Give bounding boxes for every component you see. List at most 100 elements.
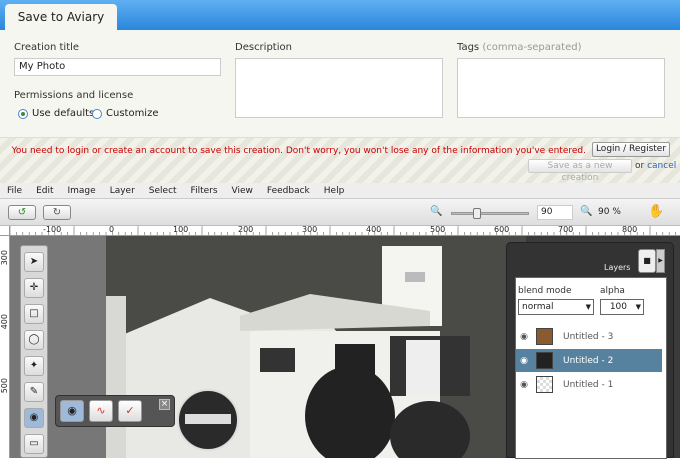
- menu-image[interactable]: Image: [61, 183, 103, 198]
- layers-menu-button[interactable]: ■: [638, 249, 656, 273]
- rainbow-icon: ∿: [96, 404, 106, 417]
- creation-title-input[interactable]: My Photo: [14, 58, 221, 76]
- eye-icon[interactable]: ◉: [516, 380, 532, 390]
- layer-name: Untitled - 1: [563, 379, 614, 390]
- layers-panel: Layers ■ ▶ blend mode alpha normal ▼ 100 ▼…: [506, 242, 674, 459]
- menu-select[interactable]: Select: [142, 183, 184, 198]
- zoom-input[interactable]: 90: [537, 205, 573, 220]
- move-tool-button[interactable]: ✛: [24, 278, 44, 298]
- magic-wand-icon: ✦: [29, 360, 39, 371]
- eye-icon[interactable]: ◉: [516, 356, 532, 366]
- layer-thumbnail: [536, 376, 553, 393]
- ruler-label-500: 500: [430, 226, 446, 234]
- save-as-new-button[interactable]: Save as a new creation: [528, 159, 632, 183]
- menu-file[interactable]: File: [0, 183, 29, 198]
- vertical-ruler: 300 400 500: [0, 236, 10, 458]
- ruler-label-600: 600: [494, 226, 510, 234]
- zoom-in-icon[interactable]: 🔍: [580, 206, 592, 217]
- eye-icon[interactable]: ◉: [516, 332, 532, 342]
- notice-bar: You need to login or create an account t…: [0, 138, 680, 183]
- ruler-label-100: 100: [173, 226, 189, 234]
- or-text: or: [635, 161, 645, 171]
- menu-edit[interactable]: Edit: [29, 183, 60, 198]
- layer-row-3[interactable]: ◉ Untitled - 3: [516, 325, 662, 348]
- chevron-down-icon: ▼: [635, 303, 641, 311]
- tags-textarea[interactable]: [457, 58, 665, 118]
- customize-radio[interactable]: Customize: [92, 108, 159, 119]
- layer-name: Untitled - 2: [563, 355, 614, 366]
- paint-bucket-icon: ◉: [67, 404, 77, 417]
- creation-title-label: Creation title: [14, 42, 80, 53]
- pointer-tool-button[interactable]: ➤: [24, 252, 44, 272]
- vruler-label-500: 500: [0, 378, 9, 394]
- blend-mode-label: blend mode: [518, 286, 572, 296]
- redo-button[interactable]: ↻: [43, 205, 71, 220]
- toolbar: ↺ ↻ 🔍 90 🔍 90 % ✋: [0, 199, 680, 226]
- menu-help[interactable]: Help: [317, 183, 352, 198]
- undo-button[interactable]: ↺: [8, 205, 36, 220]
- ruler-label-200: 200: [238, 226, 254, 234]
- eyedropper-icon: ✓: [125, 404, 135, 417]
- blend-mode-value: normal: [522, 302, 554, 312]
- blend-mode-select[interactable]: normal ▼: [518, 299, 594, 315]
- layer-thumbnail: [536, 352, 553, 369]
- header-bar: Save to Aviary: [0, 0, 680, 31]
- fill-options-popup: ◉ ∿ ✓ ×: [55, 395, 175, 427]
- login-warning: You need to login or create an account t…: [11, 146, 586, 156]
- layers-list-panel: blend mode alpha normal ▼ 100 ▼ ◉ Untitled…: [515, 277, 667, 459]
- tags-label: Tags (comma-separated): [457, 42, 582, 53]
- zoom-slider-handle[interactable]: [473, 208, 481, 219]
- menu-feedback[interactable]: Feedback: [260, 183, 317, 198]
- alpha-label: alpha: [600, 286, 625, 296]
- chevron-down-icon: ▼: [585, 303, 591, 311]
- marquee-tool-button[interactable]: □: [24, 304, 44, 324]
- move-icon: ✛: [29, 282, 39, 293]
- ruler-label-400: 400: [366, 226, 382, 234]
- layers-title: Layers: [604, 263, 631, 272]
- lasso-tool-button[interactable]: ◯: [24, 330, 44, 350]
- layer-thumbnail: [536, 328, 553, 345]
- pointer-icon: ➤: [29, 256, 39, 267]
- cancel-area: or cancel: [635, 161, 676, 171]
- marquee-icon: □: [29, 308, 39, 319]
- zoom-out-icon[interactable]: 🔍: [430, 206, 442, 217]
- tools-palette: ➤ ✛ □ ◯ ✦ ✎ ◉ ▭: [20, 245, 48, 458]
- zoom-slider[interactable]: [451, 208, 529, 219]
- menu-view[interactable]: View: [225, 183, 260, 198]
- layer-row-2[interactable]: ◉ Untitled - 2: [516, 349, 662, 372]
- fill-tool-button[interactable]: ◉: [24, 408, 44, 428]
- close-icon[interactable]: ×: [159, 399, 170, 410]
- ruler-label-300: 300: [302, 226, 318, 234]
- ruler-label-0: 0: [109, 226, 115, 234]
- chevron-right-icon[interactable]: ▶: [656, 249, 665, 273]
- zoom-label: 90 %: [598, 207, 621, 217]
- ruler-label-700: 700: [558, 226, 574, 234]
- vruler-label-400: 400: [0, 314, 9, 330]
- paint-bucket-option[interactable]: ◉: [60, 400, 84, 422]
- magic-wand-tool-button[interactable]: ✦: [24, 356, 44, 376]
- pencil-tool-button[interactable]: ✎: [24, 382, 44, 402]
- description-label: Description: [235, 42, 292, 53]
- hand-icon[interactable]: ✋: [648, 204, 664, 219]
- use-defaults-radio[interactable]: Use defaults: [18, 108, 94, 119]
- tags-hint: (comma-separated): [482, 42, 582, 53]
- login-register-button[interactable]: Login / Register: [592, 142, 670, 157]
- save-form: Creation title My Photo Description Tags…: [0, 30, 680, 138]
- ruler-corner: [0, 226, 10, 236]
- gradient-option[interactable]: ∿: [89, 400, 113, 422]
- menu-bar: File Edit Image Layer Select Filters Vie…: [0, 183, 680, 199]
- vruler-label-300: 300: [0, 250, 9, 266]
- layer-row-1[interactable]: ◉ Untitled - 1: [516, 373, 662, 396]
- horizontal-ruler: -100 0 100 200 300 400 500 600 700 800: [10, 226, 680, 236]
- menu-filters[interactable]: Filters: [184, 183, 225, 198]
- permissions-label: Permissions and license: [14, 90, 134, 101]
- description-textarea[interactable]: [235, 58, 443, 118]
- eyedropper-option[interactable]: ✓: [118, 400, 142, 422]
- square-icon: ■: [643, 256, 651, 265]
- cancel-link[interactable]: cancel: [647, 161, 676, 171]
- save-tab[interactable]: Save to Aviary: [5, 4, 117, 31]
- alpha-select[interactable]: 100 ▼: [600, 299, 644, 315]
- radio-unchecked-icon: [92, 108, 102, 119]
- menu-layer[interactable]: Layer: [103, 183, 142, 198]
- eraser-tool-button[interactable]: ▭: [24, 434, 44, 454]
